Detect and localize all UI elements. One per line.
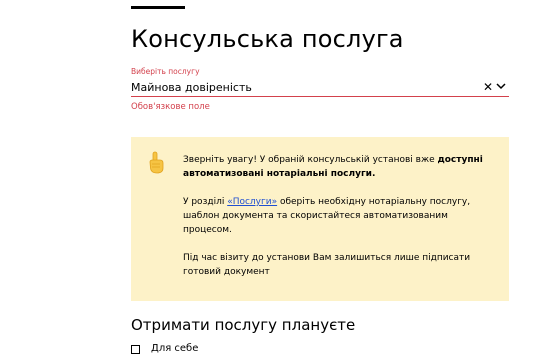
notice-paragraph-1: Зверніть увагу! У обраній консульській у… [183,153,483,181]
select-underline [131,96,509,97]
notice-p2-before: У розділі [183,197,228,207]
notice-paragraph-3: Під час візиту до установи Вам залишитьс… [183,253,471,277]
receive-section-title: Отримати послугу плануєте [131,316,356,334]
close-icon[interactable]: ✕ [483,79,493,95]
service-select[interactable]: Виберіть послугу Майнова довіреність ✕ [131,67,509,97]
required-error: Обов'язкове поле [131,102,210,112]
services-link[interactable]: «Послуги» [227,197,277,207]
notice-box: Зверніть увагу! У обраній консульській у… [131,137,509,301]
chevron-down-icon[interactable] [495,78,507,94]
notice-text: Зверніть увагу! У обраній консульській у… [183,153,483,293]
top-divider [131,6,185,9]
option-for-self-label: Для себе [151,343,199,354]
raised-hand-icon [146,151,168,175]
notice-paragraph-2: У розділі «Послуги» оберіть необхідну но… [183,195,483,237]
select-caption: Виберіть послугу [131,67,200,76]
page-title: Консульська послуга [131,25,404,53]
notice-p1-text: Зверніть увагу! У обраній консульській у… [183,155,438,165]
select-value[interactable]: Майнова довіреність [131,80,252,96]
